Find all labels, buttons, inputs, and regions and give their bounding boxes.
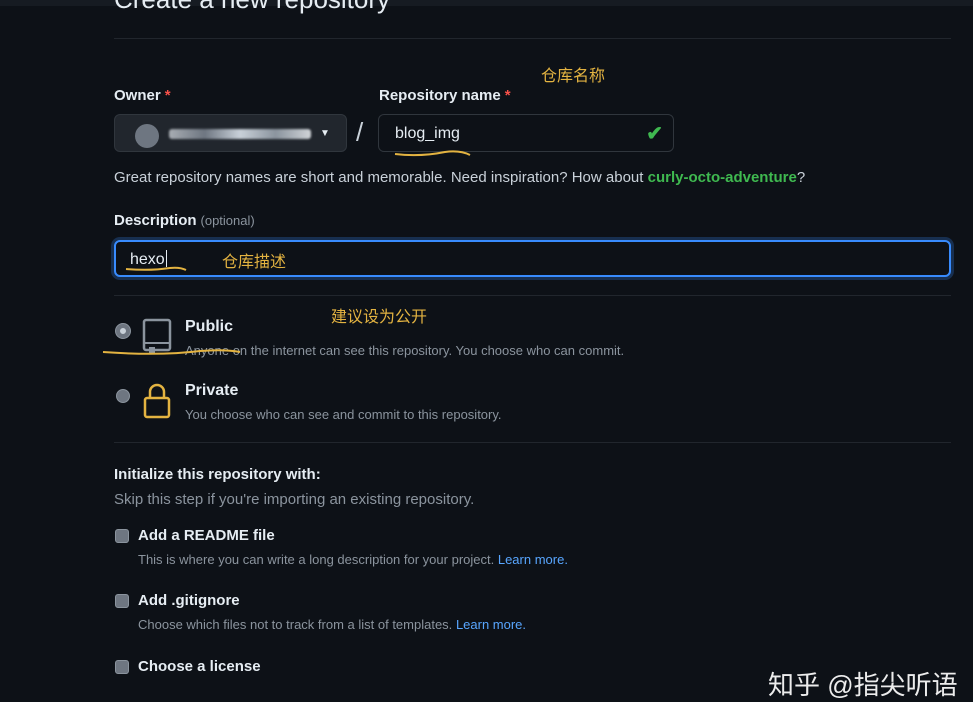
- public-title: Public: [185, 318, 234, 335]
- name-suggestion-link[interactable]: curly-octo-adventure: [648, 169, 797, 186]
- lock-icon: [143, 383, 171, 419]
- avatar: [135, 124, 159, 148]
- repo-name-label: Repository name *: [379, 87, 511, 104]
- owner-repo-separator: /: [356, 117, 364, 147]
- public-radio[interactable]: [116, 324, 130, 338]
- gitignore-checkbox[interactable]: [115, 594, 129, 608]
- watermark: 知乎 @指尖听语: [768, 670, 958, 700]
- annotation-description: 仓库描述: [222, 254, 287, 271]
- annotation-repo-name: 仓库名称: [541, 68, 606, 85]
- init-subtitle: Skip this step if you're importing an ex…: [114, 491, 475, 508]
- learn-more-link[interactable]: Learn more.: [456, 617, 526, 632]
- annotation-visibility: 建议设为公开: [331, 309, 428, 326]
- check-icon: ✔: [646, 123, 663, 145]
- public-desc: Anyone on the internet can see this repo…: [185, 343, 625, 358]
- private-title: Private: [185, 382, 239, 399]
- gitignore-desc: Choose which files not to track from a l…: [138, 617, 527, 632]
- chevron-down-icon: ▼: [320, 128, 330, 139]
- repo-name-input[interactable]: blog_img ✔: [378, 114, 674, 152]
- text-cursor: [165, 250, 167, 267]
- repo-icon: [142, 318, 172, 353]
- repo-name-value: blog_img: [395, 125, 460, 142]
- private-desc: You choose who can see and commit to thi…: [185, 407, 502, 422]
- init-title: Initialize this repository with:: [114, 466, 321, 483]
- description-label: Description (optional): [114, 212, 255, 229]
- readme-title: Add a README file: [138, 527, 275, 544]
- name-hint: Great repository names are short and mem…: [114, 169, 806, 186]
- owner-select[interactable]: ▼: [114, 114, 347, 152]
- license-checkbox[interactable]: [115, 660, 129, 674]
- required-mark: *: [164, 87, 171, 104]
- private-radio[interactable]: [116, 389, 130, 403]
- license-title: Choose a license: [138, 658, 261, 675]
- divider: [114, 38, 951, 39]
- readme-desc: This is where you can write a long descr…: [138, 552, 568, 567]
- description-value: hexo: [130, 250, 167, 268]
- optional-tag: (optional): [200, 213, 255, 228]
- owner-label: Owner *: [114, 87, 171, 104]
- readme-checkbox[interactable]: [115, 529, 129, 543]
- page-title: Create a new repository: [114, 0, 390, 15]
- divider: [114, 295, 951, 296]
- divider: [114, 442, 951, 443]
- gitignore-title: Add .gitignore: [138, 592, 240, 609]
- learn-more-link[interactable]: Learn more.: [498, 552, 568, 567]
- required-mark: *: [504, 87, 511, 104]
- owner-name-redacted: [169, 129, 311, 139]
